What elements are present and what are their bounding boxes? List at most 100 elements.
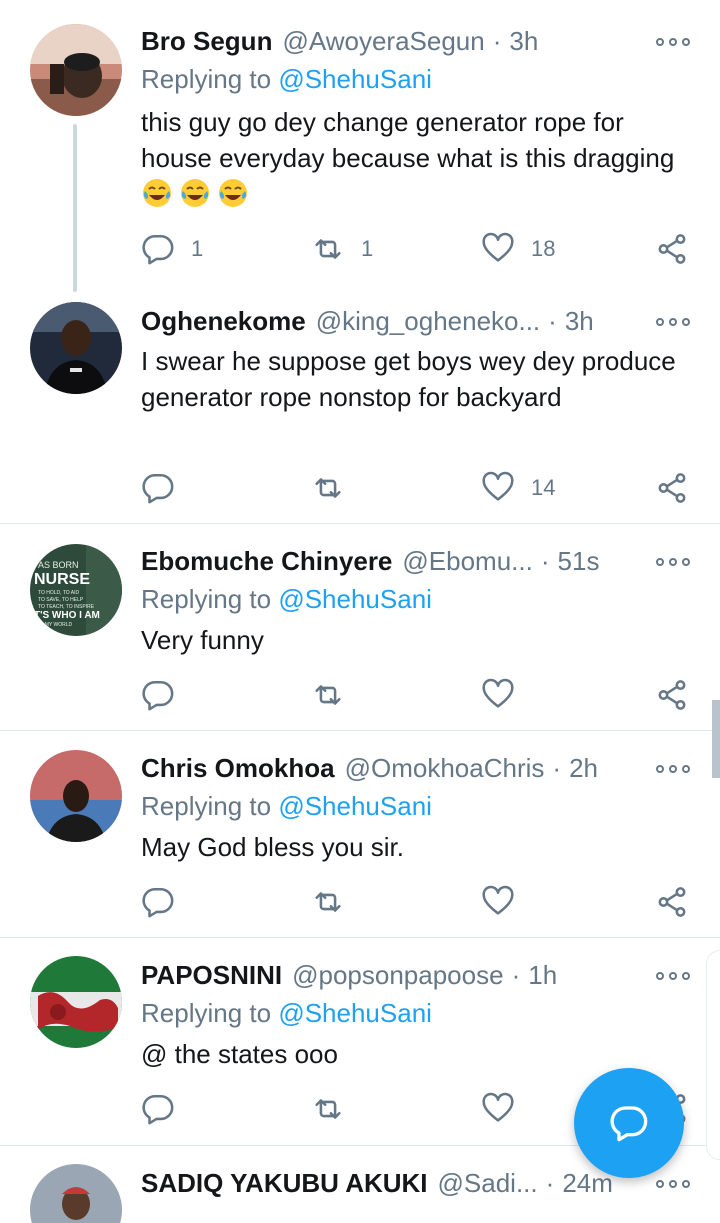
replying-to: Replying to @ShehuSani [141, 64, 432, 95]
replying-label: Replying to [141, 791, 272, 821]
display-name[interactable]: Ebomuche Chinyere [141, 546, 392, 577]
heart-icon [482, 1092, 514, 1122]
user-handle[interactable]: @popsonpapoose [292, 960, 503, 991]
user-handle[interactable]: @AwoyeraSegun [282, 26, 484, 57]
tweet-3[interactable]: AS BORN NURSE TO HOLD, TO AID TO SAVE, T… [0, 524, 720, 731]
display-name[interactable]: SADIQ YAKUBU AKUKI [141, 1168, 428, 1199]
reply-button[interactable] [141, 468, 191, 508]
user-handle[interactable]: @OmokhoaChris [345, 753, 545, 784]
display-name[interactable]: Oghenekome [141, 306, 306, 337]
like-count: 14 [531, 475, 556, 500]
avatar-text: T'S WHO I AM [34, 610, 100, 621]
tweet-2[interactable]: Oghenekome @king_oghenekо... · 3h I swea… [0, 280, 720, 524]
retweet-button[interactable] [311, 1089, 345, 1129]
mention-link[interactable]: @ShehuSani [278, 998, 432, 1028]
timestamp[interactable]: 3h [565, 306, 594, 337]
replying-label: Replying to [141, 584, 272, 614]
avatar-text: TO SAVE, TO HELP [38, 597, 84, 603]
retweet-button[interactable] [311, 675, 345, 715]
avatar[interactable]: AS BORN NURSE TO HOLD, TO AID TO SAVE, T… [30, 544, 122, 636]
retweet-button[interactable] [311, 468, 361, 508]
face-with-tears-of-joy-icon [219, 179, 247, 207]
retweet-count: 1 [361, 236, 374, 261]
like-button[interactable]: 18 [481, 229, 555, 269]
mention-link[interactable]: @ShehuSani [278, 791, 432, 821]
separator-dot: · [540, 545, 550, 576]
display-name[interactable]: Chris Omokhoa [141, 753, 335, 784]
share-button[interactable] [655, 882, 689, 922]
reply-icon [142, 887, 174, 918]
retweet-icon [315, 1099, 341, 1119]
reply-button[interactable] [141, 675, 175, 715]
heart-icon [482, 232, 514, 262]
compose-reply-button[interactable] [574, 1068, 684, 1178]
more-options-icon[interactable] [656, 1177, 690, 1191]
share-icon [658, 887, 686, 917]
reply-button[interactable] [141, 1089, 175, 1129]
user-handle[interactable]: @king_oghenekо... [316, 306, 540, 337]
reply-button[interactable] [141, 882, 175, 922]
mention-link[interactable]: @ShehuSani [278, 64, 432, 94]
tweet-text: Very funny [141, 625, 264, 655]
user-handle[interactable]: @Sadi... [438, 1168, 538, 1199]
avatar[interactable] [30, 302, 122, 394]
avatar[interactable] [30, 24, 122, 116]
tweet-body: this guy go dey change generator rope fo… [141, 107, 675, 173]
emoji-group [141, 179, 255, 209]
share-icon [658, 473, 686, 503]
avatar[interactable] [30, 1164, 122, 1223]
like-button[interactable] [481, 675, 515, 715]
display-name[interactable]: PAPOSNINI [141, 960, 282, 991]
more-options-icon[interactable] [656, 35, 690, 49]
share-icon [658, 234, 686, 264]
like-button[interactable]: 14 [481, 468, 555, 508]
tweet-header: Ebomuche Chinyere @Ebomu... · 51s [141, 544, 640, 578]
avatar[interactable] [30, 956, 122, 1048]
heart-icon [482, 885, 514, 915]
like-count: 18 [531, 236, 556, 261]
retweet-icon [315, 892, 341, 912]
avatar-text: TO HOLD, TO AID [38, 590, 80, 596]
timestamp[interactable]: 1h [528, 960, 557, 991]
reply-icon [142, 234, 174, 265]
share-button[interactable] [655, 229, 689, 269]
tweet-header: PAPOSNINI @popsonpapoose · 1h [141, 958, 640, 992]
timestamp[interactable]: 2h [569, 753, 598, 784]
retweet-button[interactable] [311, 882, 345, 922]
more-options-icon[interactable] [656, 762, 690, 776]
more-options-icon[interactable] [656, 555, 690, 569]
display-name[interactable]: Bro Segun [141, 26, 272, 57]
more-options-icon[interactable] [656, 969, 690, 983]
compose-reply-icon [610, 1106, 648, 1142]
face-with-tears-of-joy-icon [181, 179, 209, 207]
action-bar: 14 [141, 468, 691, 508]
like-button[interactable] [481, 1089, 515, 1129]
timestamp[interactable]: 3h [509, 26, 538, 57]
tweet-4[interactable]: Chris Omokhoa @OmokhoaChris · 2h Replyin… [0, 731, 720, 938]
replying-label: Replying to [141, 64, 272, 94]
scrollbar[interactable] [712, 700, 720, 778]
reply-icon [142, 473, 174, 504]
face-with-tears-of-joy-icon [143, 179, 171, 207]
timestamp[interactable]: 51s [558, 546, 600, 577]
tweet-1[interactable]: Bro Segun @AwoyeraSegun · 3h Replying to… [0, 0, 720, 292]
reply-count: 1 [191, 236, 204, 261]
side-panel-edge [706, 950, 720, 1160]
user-handle[interactable]: @Ebomu... [402, 546, 532, 577]
avatar-text: NURSE [34, 571, 90, 588]
tweet-text: this guy go dey change generator rope fo… [141, 104, 691, 212]
share-button[interactable] [655, 468, 689, 508]
share-icon [658, 680, 686, 710]
retweet-button[interactable]: 1 [311, 229, 373, 269]
like-button[interactable] [481, 882, 515, 922]
mention-link[interactable]: @ShehuSani [278, 584, 432, 614]
share-button[interactable] [655, 675, 689, 715]
separator-dot: · [545, 1167, 555, 1198]
tweet-text: @ the states ooo [141, 1039, 338, 1069]
reply-button[interactable]: 1 [141, 229, 203, 269]
tweet-header: SADIQ YAKUBU AKUKI @Sadi... · 24m [141, 1166, 640, 1200]
more-options-icon[interactable] [656, 315, 690, 329]
avatar[interactable] [30, 750, 122, 842]
reply-icon [142, 680, 174, 711]
action-bar: 1 1 18 [141, 229, 691, 269]
